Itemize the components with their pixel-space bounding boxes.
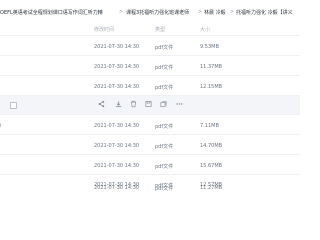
file-modified: 2021-07-30 14:30 bbox=[94, 123, 140, 129]
file-modified: 2021-07-30 14:30 bbox=[94, 143, 140, 149]
file-size: 11.27MB bbox=[200, 185, 223, 191]
breadcrumb-item[interactable]: 课程3托福听力强化班课老师 bbox=[126, 9, 189, 16]
breadcrumb-separator: > bbox=[230, 9, 235, 15]
file-row[interactable]: 2021-07-30 14:30 pdf文件 12.57MB bbox=[0, 166, 300, 189]
file-size: 12.15MB bbox=[200, 84, 223, 90]
file-modified: 2021-07-30 14:30 bbox=[94, 84, 140, 90]
column-header-modified[interactable]: 修改时间 bbox=[94, 26, 114, 33]
file-row[interactable]: 2021-07-30 14:30 pdf文件 11.37MB bbox=[0, 56, 300, 75]
file-type: pdf文件 bbox=[155, 65, 174, 71]
copy-icon[interactable] bbox=[160, 100, 167, 108]
column-header-size[interactable]: 大小 bbox=[200, 26, 210, 33]
share-icon[interactable] bbox=[98, 100, 105, 108]
file-row[interactable]: 2021-07-30 14:30 pdf文件 12.15MB bbox=[0, 76, 300, 95]
file-type: pdf文件 bbox=[155, 186, 174, 192]
file-size: 14.70MB bbox=[200, 143, 223, 149]
file-type: pdf文件 bbox=[155, 144, 174, 150]
file-modified: 2021-07-30 14:30 bbox=[94, 64, 140, 70]
file-name-fragment: i bbox=[0, 123, 2, 129]
download-icon[interactable] bbox=[115, 100, 122, 108]
file-row[interactable]: i 2021-07-30 14:30 pdf文件 7.11MB bbox=[0, 115, 300, 134]
save-icon[interactable] bbox=[145, 100, 152, 108]
row-checkbox[interactable] bbox=[10, 102, 17, 109]
breadcrumb: OEFL英语考试全程规划课口语写作词汇听力精 > 课程3托福听力强化班课老师 >… bbox=[0, 0, 300, 20]
file-size: 9.53MB bbox=[200, 44, 219, 50]
breadcrumb-item[interactable]: 林晨 冷毅 bbox=[204, 9, 226, 16]
file-type: pdf文件 bbox=[155, 85, 174, 91]
file-list-header: 修改时间 类型 大小 bbox=[0, 21, 300, 35]
file-type: pdf文件 bbox=[155, 124, 174, 130]
file-modified: 2021-07-30 14:30 bbox=[94, 185, 140, 191]
breadcrumb-separator: > bbox=[198, 9, 203, 15]
file-type: pdf文件 bbox=[155, 45, 174, 51]
file-row[interactable]: 2021-07-30 14:30 pdf文件 11.27MB bbox=[0, 185, 300, 200]
file-row[interactable]: 2021-07-30 14:30 pdf文件 9.53MB bbox=[0, 36, 300, 55]
file-size: 7.11MB bbox=[200, 123, 219, 129]
delete-icon[interactable] bbox=[130, 100, 137, 108]
file-size: 11.37MB bbox=[200, 64, 223, 70]
file-row-hover[interactable] bbox=[0, 96, 300, 114]
breadcrumb-separator: > bbox=[119, 9, 124, 15]
more-icon[interactable] bbox=[176, 100, 183, 108]
file-row[interactable]: 2021-07-30 14:30 pdf文件 14.70MB bbox=[0, 135, 300, 154]
breadcrumb-item[interactable]: OEFL英语考试全程规划课口语写作词汇听力精 bbox=[0, 9, 103, 16]
file-modified: 2021-07-30 14:30 bbox=[94, 44, 140, 50]
column-header-type[interactable]: 类型 bbox=[155, 26, 165, 33]
breadcrumb-item-current[interactable]: 托福听力强化 冷毅【讲义 bbox=[236, 9, 293, 16]
